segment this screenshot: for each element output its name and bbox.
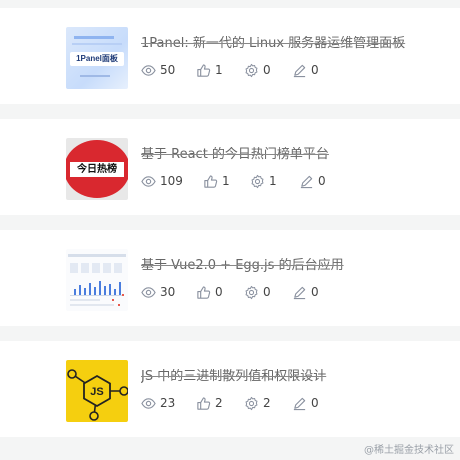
comments-count: 0 <box>263 63 271 77</box>
thumbnail-decoration <box>119 282 121 295</box>
article-card[interactable]: 基于 Vue2.0 + Egg.js 的后台应用 30 0 0 0 <box>0 230 460 326</box>
thumbnail-decoration <box>118 304 120 306</box>
thumbnail-decoration <box>122 294 124 296</box>
collects-stat[interactable]: 0 <box>292 283 319 301</box>
thumbnail-decoration <box>81 263 89 273</box>
thumbnail-decoration <box>99 281 101 295</box>
gear-icon <box>245 396 258 410</box>
thumbnail-decoration <box>84 288 86 295</box>
article-card[interactable]: 今日热榜 基于 React 的今日热门榜单平台 109 1 1 0 <box>0 119 460 215</box>
views-count: 109 <box>160 174 183 188</box>
comments-stat[interactable]: 0 <box>244 283 271 301</box>
thumbnail-decoration <box>74 289 76 295</box>
article-thumbnail[interactable]: JS <box>66 360 128 422</box>
thumbnail-decoration <box>104 286 106 295</box>
views-stat: 23 <box>141 394 175 412</box>
eye-icon <box>141 64 156 76</box>
article-thumbnail[interactable] <box>66 249 128 311</box>
article-title[interactable]: 基于 React 的今日热门榜单平台 <box>141 147 451 163</box>
gear-icon <box>245 285 258 299</box>
likes-stat[interactable]: 1 <box>203 172 230 190</box>
thumbs-up-icon <box>197 63 211 77</box>
thumbs-up-icon <box>197 396 211 410</box>
thumbnail-decoration <box>72 43 122 45</box>
js-logo-text: JS <box>90 386 103 398</box>
article-thumbnail[interactable]: 今日热榜 <box>66 138 128 200</box>
thumbnail-decoration <box>68 254 126 257</box>
js-hexagon-logo: JS <box>67 369 128 421</box>
collects-stat[interactable]: 0 <box>292 61 319 79</box>
thumbnail-decoration <box>112 299 114 301</box>
pencil-icon <box>293 397 306 410</box>
article-title[interactable]: JS 中的三进制散列值和权限设计 <box>141 369 451 385</box>
thumbnail-decoration <box>70 299 100 301</box>
likes-count: 1 <box>215 63 223 77</box>
gear-icon <box>251 174 264 188</box>
views-stat: 50 <box>141 61 175 79</box>
article-title[interactable]: 1Panel: 新一代的 Linux 服务器运维管理面板 <box>141 36 451 52</box>
thumbnail-decoration <box>94 287 96 295</box>
comments-stat[interactable]: 0 <box>244 61 271 79</box>
thumbnail-decoration <box>74 36 114 39</box>
views-stat: 109 <box>141 172 183 190</box>
comments-count: 1 <box>269 174 277 188</box>
likes-count: 0 <box>215 285 223 299</box>
thumbnail-decoration <box>80 75 110 77</box>
thumbs-up-icon <box>204 174 218 188</box>
thumbnail-label: 1Panel面板 <box>70 52 124 66</box>
views-count: 30 <box>160 285 176 299</box>
collects-count: 0 <box>311 63 319 77</box>
likes-count: 2 <box>215 396 223 410</box>
thumbnail-decoration <box>89 283 91 295</box>
pencil-icon <box>293 286 306 299</box>
pencil-icon <box>300 175 313 188</box>
comments-count: 2 <box>263 396 271 410</box>
thumbnail-chart <box>70 279 124 296</box>
thumbnail-decoration <box>70 263 78 273</box>
comments-count: 0 <box>263 285 271 299</box>
comments-stat[interactable]: 2 <box>244 394 271 412</box>
views-count: 23 <box>160 396 176 410</box>
thumbnail-decoration <box>114 289 116 295</box>
thumbnail-decoration <box>92 263 100 273</box>
likes-stat[interactable]: 0 <box>196 283 223 301</box>
gear-icon <box>245 63 258 77</box>
eye-icon <box>141 397 156 409</box>
comments-stat[interactable]: 1 <box>250 172 277 190</box>
likes-count: 1 <box>222 174 230 188</box>
collects-count: 0 <box>318 174 326 188</box>
thumbnail-decoration <box>79 285 81 295</box>
likes-stat[interactable]: 2 <box>196 394 223 412</box>
thumbnail-decoration <box>70 304 114 306</box>
thumbs-up-icon <box>197 285 211 299</box>
eye-icon <box>141 286 156 298</box>
views-count: 50 <box>160 63 176 77</box>
collects-stat[interactable]: 0 <box>299 172 326 190</box>
collects-count: 0 <box>311 396 319 410</box>
collects-stat[interactable]: 0 <box>292 394 319 412</box>
thumbnail-decoration <box>103 263 111 273</box>
article-title[interactable]: 基于 Vue2.0 + Egg.js 的后台应用 <box>141 258 451 274</box>
likes-stat[interactable]: 1 <box>196 61 223 79</box>
article-card[interactable]: JS JS 中的三进制散列值和权限设计 23 2 2 0 <box>0 341 460 437</box>
pencil-icon <box>293 64 306 77</box>
views-stat: 30 <box>141 283 175 301</box>
article-thumbnail[interactable]: 1Panel面板 <box>66 27 128 89</box>
watermark: @稀土掘金技术社区 <box>364 445 454 456</box>
eye-icon <box>141 175 156 187</box>
thumbnail-decoration <box>109 284 111 295</box>
article-card[interactable]: 1Panel面板 1Panel: 新一代的 Linux 服务器运维管理面板 50… <box>0 8 460 104</box>
thumbnail-label: 今日热榜 <box>70 162 124 177</box>
thumbnail-decoration <box>114 263 122 273</box>
collects-count: 0 <box>311 285 319 299</box>
